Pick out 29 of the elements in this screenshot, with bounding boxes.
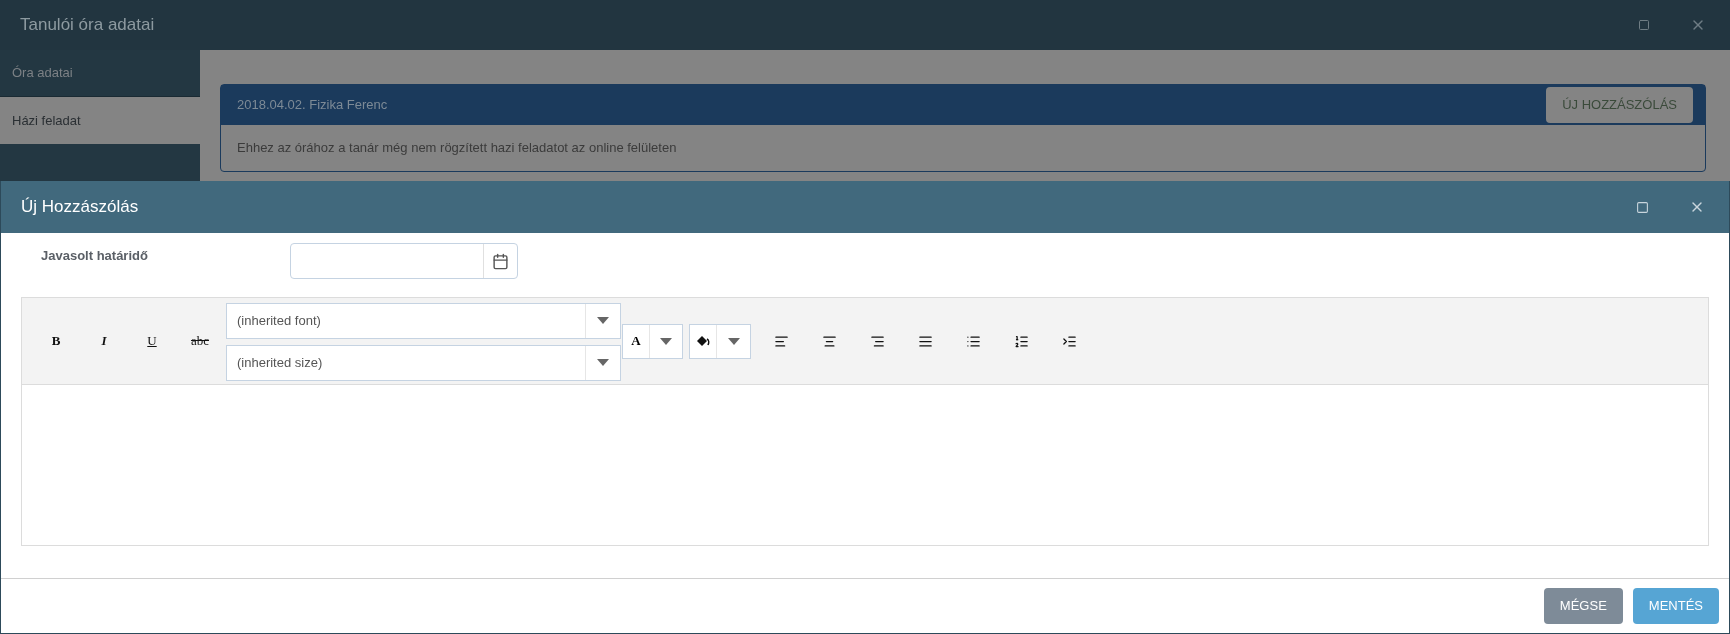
sidebar-item[interactable]: Házi feladat	[0, 97, 200, 144]
field-label: Javasolt határidő	[40, 247, 149, 265]
align-center-icon	[821, 333, 837, 349]
card-title: 2018.04.02. Fizika Ferenc	[237, 96, 389, 115]
caret-icon	[727, 337, 740, 345]
maximize-icon[interactable]	[1638, 19, 1650, 31]
format-button[interactable]: abc	[176, 326, 224, 356]
caret-icon	[597, 317, 609, 324]
align-right-icon	[869, 333, 885, 349]
format-button[interactable]: B	[32, 326, 80, 356]
size-select[interactable]: (inherited size)	[226, 344, 621, 381]
calendar-icon[interactable]	[492, 252, 509, 270]
indent-icon	[1061, 333, 1077, 349]
numbered-list-icon	[1013, 333, 1029, 349]
format-button[interactable]: I	[80, 326, 128, 356]
dialog-title: Új Hozzászólás	[21, 196, 140, 219]
text-color-picker[interactable]: A	[622, 323, 683, 359]
caret-icon	[660, 337, 672, 345]
caret-icon	[597, 359, 609, 366]
bulleted-list-icon	[965, 333, 981, 349]
format-button[interactable]: U	[128, 326, 176, 356]
font-select[interactable]: (inherited font)	[226, 302, 621, 339]
window-title: Tanulói óra adatai	[20, 14, 156, 37]
date-field[interactable]	[290, 243, 518, 279]
paint-bucket-icon	[696, 335, 710, 347]
background-color-picker[interactable]	[689, 323, 751, 359]
align-left-icon	[773, 333, 789, 349]
align-justify-icon	[917, 333, 933, 349]
card-message: Ehhez az órához a tanár még nem rögzített hazi feladatot az online felületen	[237, 139, 677, 158]
